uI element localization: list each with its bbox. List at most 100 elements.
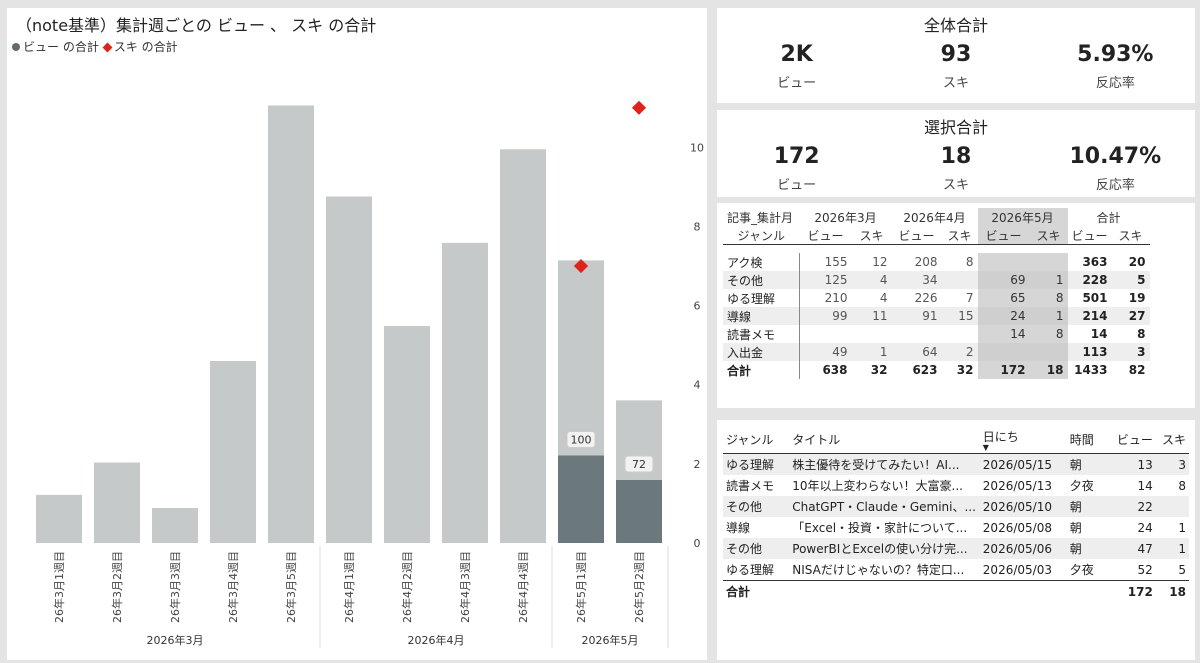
column-header-views[interactable]: ビュー [1108,425,1156,454]
kpi-selected-likes: 18 スキ [876,142,1035,193]
matrix-total-cell: 1433 [1074,363,1108,377]
y-right-tick-label: 8 [694,220,701,233]
column-header-likes[interactable]: スキ [1155,425,1189,454]
row-title: 10年以上変わらない！大富豪... [792,479,963,493]
matrix-cell: 12 [872,255,888,269]
table-row[interactable]: ゆる理解 NISAだけじゃないの？特定口... 2026/05/03 夕夜 52 5 [723,559,1189,581]
total-label: 合計 [723,580,790,602]
row-likes: 8 [1178,478,1186,493]
matrix-sub-header: ビュー [1071,228,1108,243]
matrix-cell [977,343,1030,361]
column-header-title[interactable]: タイトル [789,425,980,454]
bar-views-6[interactable] [326,196,372,544]
bar-views-selected-10[interactable] [558,455,604,544]
y-right-tick-label: 10 [690,141,704,154]
kpi-total-views: 2K ビュー [717,40,876,91]
table-row[interactable]: 読書メモ 10年以上変わらない！大富豪... 2026/05/13 夕夜 14 8 [723,475,1189,496]
marker-likes-11[interactable] [631,100,647,115]
table-row[interactable]: その他 ChatGPT・Claude・Gemini、... 2026/05/10 朝 2… [723,496,1189,517]
bar-views-8[interactable] [442,242,488,543]
y-right-tick-label: 6 [694,300,701,313]
matrix-total-header: 合計 [1096,210,1121,225]
x-tick-label: 26年3月2週目 [110,551,124,623]
bar-views-7[interactable] [384,326,430,543]
matrix-genre-cell[interactable]: ゆる理解 [723,289,800,307]
matrix-cell: 99 [799,307,852,325]
total-likes: 18 [1155,580,1189,602]
bar-views-5[interactable] [268,105,314,544]
row-date: 2026/05/06 [979,538,1067,559]
row-time: 夕夜 [1069,563,1094,577]
table-row[interactable]: その他 PowerBIとExcelの使い分け完... 2026/05/06 朝 47 1 [723,538,1189,559]
row-views: 13 [1108,453,1156,475]
matrix-row[interactable]: ゆる理解 210 4 226 7 65 8 501 19 [723,289,1150,307]
matrix-genre-cell[interactable]: 読書メモ [723,325,800,343]
matrix-genre-cell[interactable]: その他 [723,271,800,289]
matrix-cell: 1 [1029,271,1068,289]
matrix-cell: 228 [1067,271,1112,289]
row-time: 朝 [1066,453,1109,475]
column-header-date[interactable]: 日にち ▼ [979,425,1067,454]
month-group-label: 2026年4月 [408,633,465,647]
matrix-genre-cell[interactable]: 入出金 [723,343,800,361]
matrix-cell: 4 [851,271,892,289]
matrix-cell: 210 [824,291,848,305]
matrix-month-header[interactable]: 2026年4月 [892,208,978,226]
bar-views-3[interactable] [152,508,198,543]
y-right-tick-label: 4 [694,379,701,392]
x-tick-label: 26年5月2週目 [632,551,646,623]
row-views: 14 [1137,478,1153,493]
bar-views-selected-11[interactable] [616,480,662,543]
matrix-row[interactable]: アク検 155 12 208 8 363 20 [723,253,1150,271]
bar-views-4[interactable] [210,361,256,543]
row-likes: 3 [1155,453,1189,475]
bar-views-1[interactable] [36,494,82,543]
kpi-label: ビュー [777,178,817,193]
column-header-time[interactable]: 時間 [1066,425,1109,454]
matrix-cell: 2 [941,343,978,361]
row-views: 52 [1137,562,1153,577]
bar-views-2[interactable] [94,462,140,544]
kpi-total-rate: 5.93% 反応率 [1036,40,1195,91]
matrix-cell: 3 [1111,343,1150,361]
kpi-selected-rate: 10.47% 反応率 [1036,142,1195,193]
x-tick-label: 26年3月1週目 [52,551,66,623]
column-header-genre[interactable]: ジャンル [723,425,790,454]
matrix-cell: 14 [977,325,1030,343]
matrix-cell [941,271,978,289]
matrix-cell [1029,253,1068,271]
matrix-month-header[interactable]: 2026年3月 [800,208,892,226]
matrix-cell: 5 [1111,271,1150,289]
matrix-row[interactable]: 入出金 49 1 64 2 113 3 [723,343,1150,361]
matrix-genre-cell[interactable]: 導線 [723,307,800,325]
row-genre: ゆる理解 [726,563,775,577]
x-tick-label: 26年3月5週目 [284,551,298,623]
matrix-total-cell: 638 [822,363,848,377]
table-row[interactable]: 導線 「Excel・投資・家計について... 2026/05/08 朝 24 1 [723,517,1189,538]
date-header-label: 日にち [982,429,1019,444]
matrix-cell: 214 [1067,307,1112,325]
matrix-row[interactable]: その他 125 4 34 69 1 228 5 [723,271,1150,289]
row-time: 朝 [1066,496,1109,517]
matrix-row[interactable]: 読書メモ 14 8 14 8 [723,325,1150,343]
y-right-tick-label: 2 [694,458,701,471]
matrix-row[interactable]: 導線 99 11 91 15 24 1 214 27 [723,307,1150,325]
row-title: 「Excel・投資・家計について... [792,521,968,535]
matrix-genre-cell[interactable]: アク検 [723,253,800,271]
matrix-cell: 49 [799,343,852,361]
matrix-cell: 69 [977,271,1030,289]
x-tick-label: 26年4月4週目 [516,551,530,623]
row-views: 47 [1108,538,1156,559]
matrix-month-header-selected[interactable]: 2026年5月 [977,208,1068,226]
kpi-label: スキ [942,178,969,193]
weekly-chart-panel: （note基準）集計週ごとの ビュー 、 スキ の合計 ビュー の合計 スキ の合… [7,8,707,660]
kpi-total-likes: 93 スキ [876,40,1035,91]
matrix-cell: 7 [965,291,974,305]
matrix-total-cell: 18 [1029,361,1068,379]
matrix-sub-header: ビュー [807,228,844,243]
matrix-cell: 208 [914,255,938,269]
row-date: 2026/05/15 [979,453,1067,475]
matrix-cell [892,325,942,343]
table-row[interactable]: ゆる理解 株主優待を受けてみたい！AI... 2026/05/15 朝 13 3 [723,453,1189,475]
bar-views-9[interactable] [500,149,546,543]
